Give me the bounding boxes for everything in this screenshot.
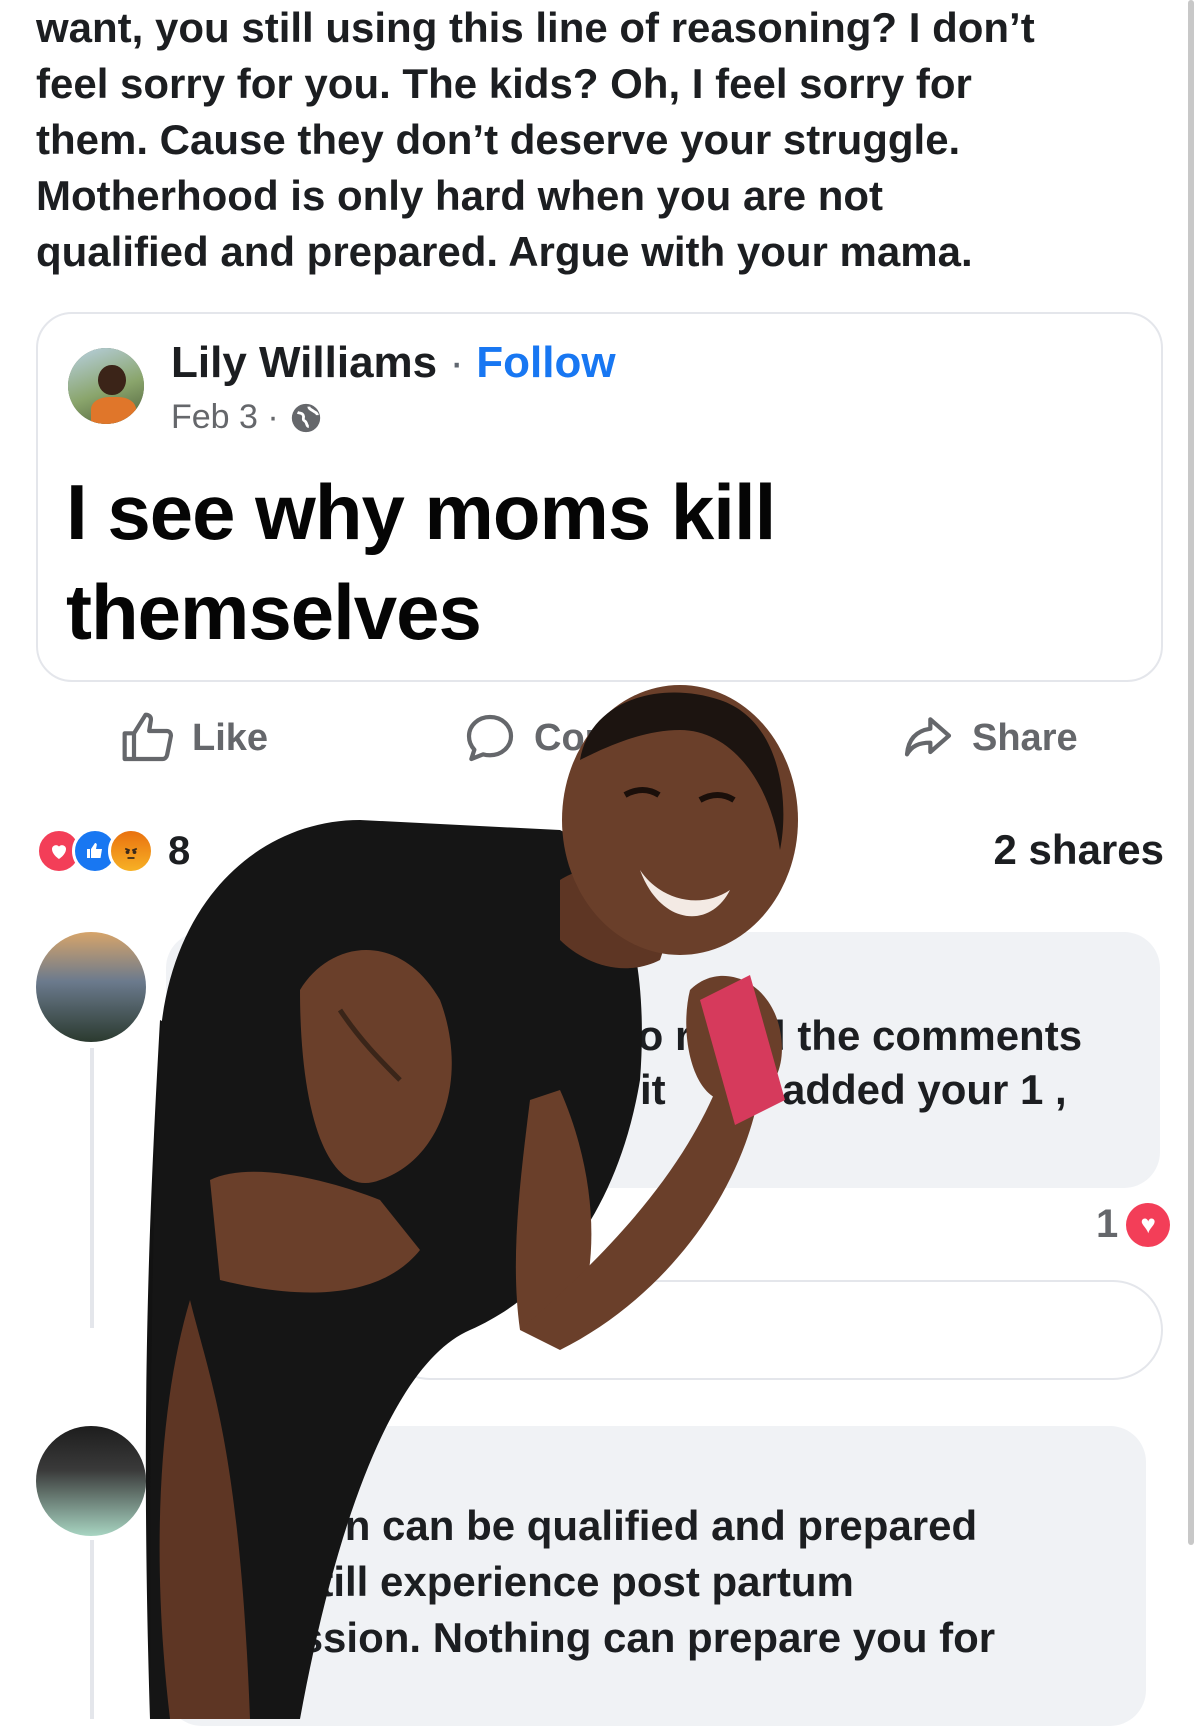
post-meta: Feb 3 · [171, 398, 323, 437]
commenter-name[interactable]: avis [284, 1452, 354, 1494]
share-arrow-icon [904, 717, 952, 757]
comment-text-fragment: go r [612, 1012, 692, 1059]
reaction-summary[interactable]: 8 [36, 828, 190, 874]
commenter-avatar[interactable] [36, 1426, 146, 1536]
post-text-line: Motherhood is only hard when you are not [36, 172, 884, 219]
comment-text-fragment: . [278, 1670, 290, 1717]
reaction-count: 8 [168, 828, 191, 873]
comment-text-fragment: W [196, 1012, 236, 1059]
shared-post-text: I see why moms kill themselves [66, 462, 776, 662]
comment-bubble: Cier W go r d the comments it added your… [166, 932, 1160, 1188]
share-label: Share [972, 716, 1078, 759]
post-date[interactable]: Feb 3 · [171, 398, 279, 437]
comment-text-fragment: t [196, 1670, 210, 1717]
thread-line [90, 1540, 94, 1719]
commenter-avatar[interactable] [36, 932, 146, 1042]
comment-text-line: men can be qualified and prepared [284, 1502, 978, 1549]
shared-post-card[interactable]: Lily Williams · Follow Feb 3 · I see why… [36, 312, 1163, 682]
angry-reaction-icon [108, 828, 154, 874]
post-text-line: feel sorry for you. The kids? Oh, I feel… [36, 60, 972, 107]
heart-icon: ♥ [1126, 1202, 1171, 1247]
reply-input[interactable] [380, 1280, 1163, 1380]
author-line: Lily Williams · Follow [171, 338, 616, 388]
follow-button[interactable]: Follow [476, 338, 615, 387]
commenter-name[interactable]: Cier [196, 958, 266, 1000]
globe-icon [291, 403, 320, 432]
comment-button[interactable]: Com [462, 710, 618, 766]
post-body-text: want, you still using this line of reaso… [36, 0, 1156, 280]
comment-text-fragment: d the comments [760, 1012, 1083, 1059]
comment-label: Com [534, 716, 619, 759]
separator: · [437, 338, 477, 387]
comment-text-line: still experience post partum [296, 1558, 854, 1605]
post-actions: Like Com Share [0, 710, 1200, 770]
thread-line [90, 1048, 94, 1328]
post-text-line: them. Cause they don’t deserve your stru… [36, 116, 961, 163]
comment-like-count[interactable]: 1 ♥ [1096, 1202, 1171, 1247]
comment-like-number: 1 [1096, 1202, 1119, 1246]
comment-bubble-icon [466, 714, 514, 762]
comment-text-line: ression. Nothing can prepare you for [260, 1614, 996, 1661]
share-count[interactable]: 2 shares [994, 826, 1164, 874]
thumbs-up-icon [122, 712, 174, 762]
shared-post-line: I see why moms kill [66, 468, 776, 556]
comment-text-fragment: added your 1 , [782, 1066, 1067, 1113]
comment-bubble: avis men can be qualified and prepared s… [166, 1426, 1146, 1726]
author-name[interactable]: Lily Williams [171, 338, 437, 387]
comment-text-fragment: it [640, 1066, 666, 1113]
share-button[interactable]: Share [900, 710, 1078, 766]
author-avatar[interactable] [68, 348, 144, 424]
like-button[interactable]: Like [120, 710, 268, 766]
scrollbar[interactable] [1188, 0, 1194, 1545]
like-label: Like [192, 716, 269, 759]
shared-post-line: themselves [66, 568, 482, 656]
post-text-line: want, you still using this line of reaso… [36, 4, 1035, 51]
post-text-line: qualified and prepared. Argue with your … [36, 228, 973, 275]
